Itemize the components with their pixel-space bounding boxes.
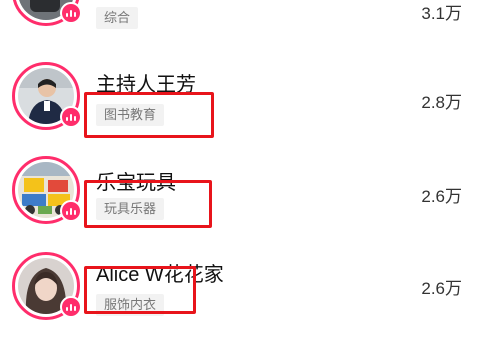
list-item[interactable]: 综合 3.1万 (0, 0, 480, 50)
highlight-box (84, 92, 214, 138)
influencer-list: 综合 3.1万 主持人王芳 图书教育 2.8万 乐宝玩具 玩具乐器 2.6万 A… (0, 0, 480, 320)
highlight-box (84, 266, 196, 314)
follower-count: 2.6万 (421, 187, 462, 206)
list-item[interactable]: 乐宝玩具 玩具乐器 2.6万 (0, 152, 480, 244)
live-icon (60, 296, 82, 318)
list-item[interactable]: Alice W花花家 服饰内衣 2.6万 (0, 248, 480, 340)
follower-count: 2.8万 (421, 93, 462, 112)
avatar[interactable] (12, 0, 82, 26)
live-icon (60, 2, 82, 24)
live-icon (60, 200, 82, 222)
highlight-box (84, 180, 212, 228)
avatar[interactable] (12, 62, 82, 130)
avatar[interactable] (12, 156, 82, 224)
follower-count: 2.6万 (421, 279, 462, 298)
live-icon (60, 106, 82, 128)
list-item[interactable]: 主持人王芳 图书教育 2.8万 (0, 58, 480, 150)
follower-count: 3.1万 (421, 4, 462, 23)
avatar[interactable] (12, 252, 82, 320)
category-tag: 综合 (96, 7, 139, 29)
